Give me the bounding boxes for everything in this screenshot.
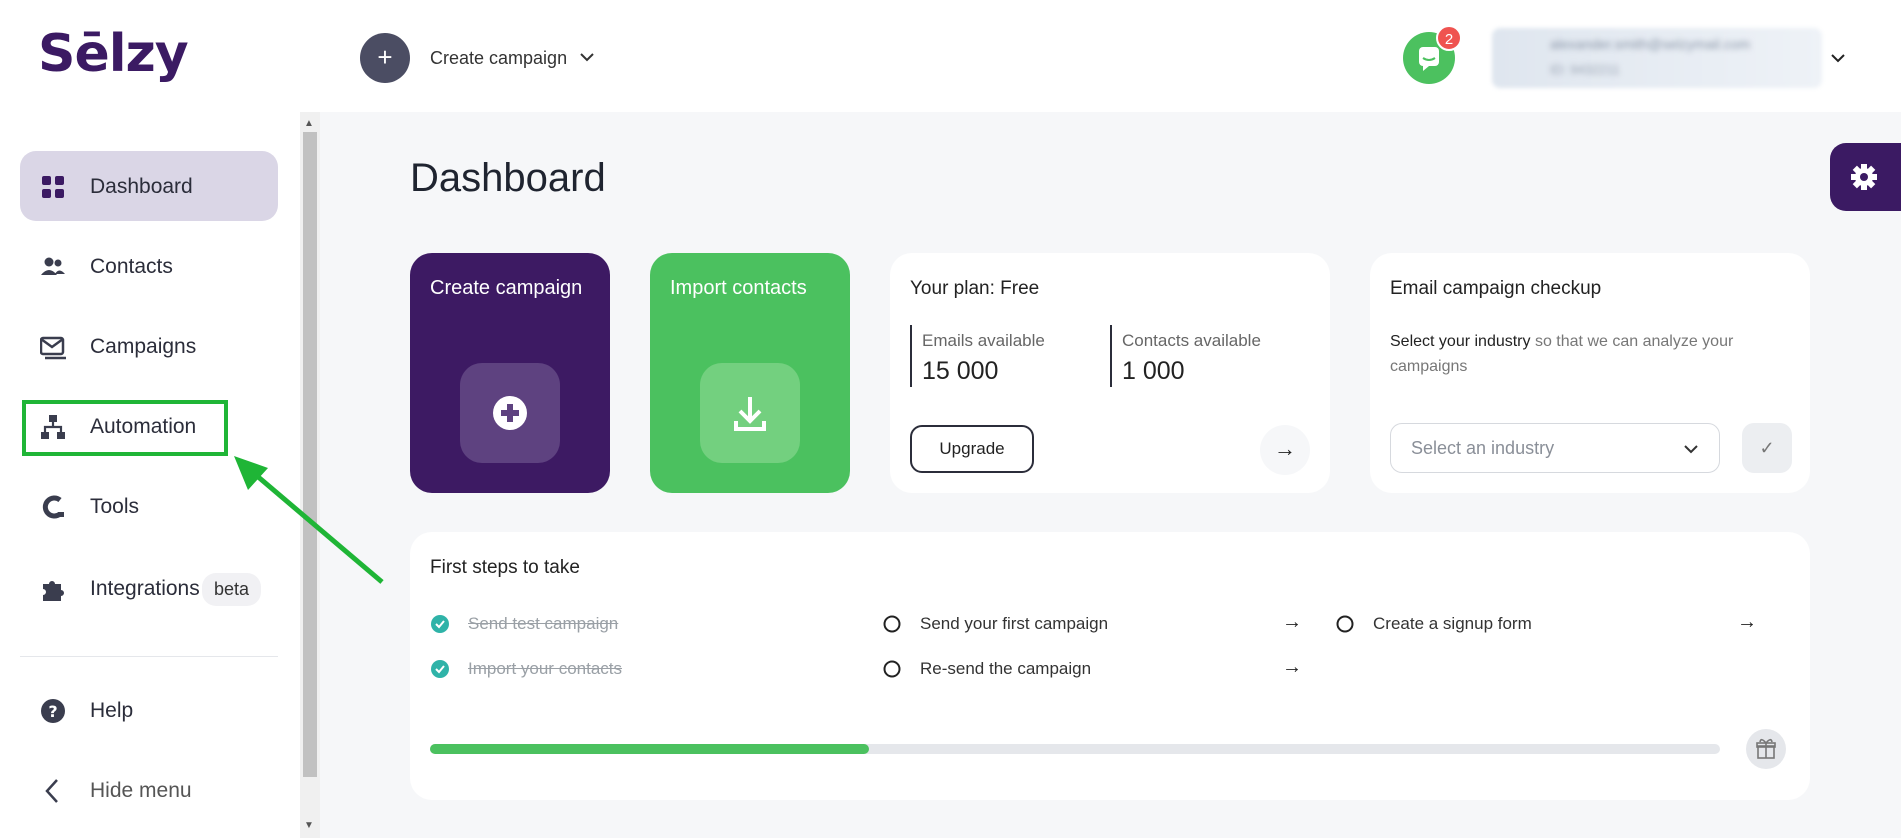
contacts-available-label: Contacts available — [1122, 331, 1261, 350]
integrations-icon — [43, 581, 64, 601]
create-campaign-card[interactable]: Create campaign — [410, 253, 610, 493]
plan-card: Your plan: Free Emails available 15 000 … — [890, 253, 1330, 493]
sidebar-item-hide-menu[interactable]: Hide menu — [20, 755, 278, 825]
contacts-icon — [41, 257, 65, 275]
help-icon: ? — [41, 699, 65, 723]
contacts-available-value: 1 000 — [1122, 357, 1185, 385]
user-email: alexander.smith@selzymail.com — [1550, 36, 1751, 52]
step-create-signup-form[interactable]: Create a signup form → — [1335, 611, 1765, 636]
check-badge-icon — [431, 615, 449, 633]
annotation-arrow-icon — [234, 456, 384, 584]
plan-details-arrow-icon[interactable]: → — [1260, 425, 1310, 475]
gift-button[interactable] — [1746, 729, 1786, 769]
sidebar-item-label: Contacts — [90, 255, 173, 278]
user-id: ID: 9432211 — [1550, 62, 1620, 77]
step-resend-campaign[interactable]: Re-send the campaign → — [882, 656, 1302, 681]
steps-progress-fill — [430, 744, 869, 754]
plan-title: Your plan: Free — [910, 278, 1040, 299]
pending-badge-icon — [883, 660, 901, 678]
import-contacts-card-icon-box — [700, 363, 800, 463]
gift-icon — [1756, 738, 1776, 759]
create-campaign-plus-button[interactable]: + — [360, 33, 410, 83]
emails-available-value: 15 000 — [922, 357, 999, 385]
plus-circle-icon — [493, 396, 527, 430]
settings-button[interactable] — [1830, 143, 1901, 211]
automation-highlight-box — [22, 400, 228, 456]
confirm-industry-button[interactable]: ✓ — [1742, 423, 1792, 473]
import-contacts-card-title: Import contacts — [670, 277, 807, 299]
import-contacts-card[interactable]: Import contacts — [650, 253, 850, 493]
industry-select-placeholder: Select an industry — [1411, 438, 1555, 458]
step-send-first-campaign[interactable]: Send your first campaign → — [882, 611, 1302, 636]
page-title: Dashboard — [410, 156, 606, 200]
create-campaign-dropdown-label[interactable]: Create campaign — [430, 48, 567, 69]
download-icon — [734, 397, 766, 431]
upgrade-button[interactable]: Upgrade — [910, 425, 1034, 473]
chevron-down-icon[interactable] — [580, 50, 594, 64]
check-badge-icon — [431, 660, 449, 678]
sidebar-item-label: Dashboard — [90, 175, 193, 198]
gear-icon — [1851, 164, 1877, 190]
pending-badge-icon — [883, 615, 901, 633]
create-campaign-card-icon-box — [460, 363, 560, 463]
sidebar-item-label: Integrations — [90, 577, 200, 600]
campaigns-icon — [40, 336, 66, 360]
checkup-description: Select your industry so that we can anal… — [1390, 329, 1770, 379]
dashboard-icon — [42, 176, 64, 198]
step-label: Send test campaign — [468, 614, 619, 633]
create-campaign-card-title: Create campaign — [430, 277, 583, 299]
contacts-available-stat: Contacts available 1 000 — [1110, 325, 1261, 387]
svg-text:?: ? — [48, 702, 57, 721]
step-arrow-icon[interactable]: → — [1737, 611, 1757, 634]
user-menu-chevron-icon[interactable] — [1830, 50, 1846, 66]
scroll-down-icon[interactable]: ▼ — [304, 820, 314, 831]
checkup-description-strong: Select your industry — [1390, 333, 1531, 350]
checkup-title: Email campaign checkup — [1390, 278, 1602, 299]
top-header: Sēlzy + Create campaign 2 alexander.smit… — [0, 0, 1901, 112]
step-label: Re-send the campaign — [920, 659, 1092, 678]
step-label: Send your first campaign — [920, 614, 1109, 633]
chevron-left-icon — [45, 779, 58, 803]
email-checkup-card: Email campaign checkup Select your indus… — [1370, 253, 1810, 493]
sidebar-item-label: Tools — [90, 495, 140, 518]
step-label: Create a signup form — [1373, 614, 1532, 633]
sidebar-item-label: Help — [90, 699, 134, 722]
sidebar-item-dashboard[interactable]: Dashboard — [20, 151, 278, 221]
sidebar-divider — [20, 656, 278, 657]
steps-progress-bar — [430, 744, 1720, 754]
step-arrow-icon[interactable]: → — [1282, 611, 1302, 634]
tools-icon — [42, 495, 64, 519]
pending-badge-icon — [1336, 615, 1354, 633]
sidebar-item-label: Hide menu — [90, 779, 192, 802]
scroll-up-icon[interactable]: ▲ — [304, 118, 314, 129]
sidebar-item-contacts[interactable]: Contacts — [20, 231, 278, 301]
first-steps-card: First steps to take Send test campaign I… — [410, 532, 1810, 800]
emails-available-label: Emails available — [922, 331, 1045, 350]
notification-badge: 2 — [1436, 25, 1462, 51]
sidebar-item-help[interactable]: ? Help — [20, 675, 278, 745]
sidebar-item-label: Campaigns — [90, 335, 197, 358]
first-steps-title: First steps to take — [430, 557, 580, 578]
selzy-logo[interactable]: Sēlzy — [38, 24, 189, 84]
step-import-contacts[interactable]: Import your contacts — [430, 657, 830, 681]
sidebar-item-campaigns[interactable]: Campaigns — [20, 311, 278, 381]
chevron-down-icon — [1684, 445, 1698, 454]
step-label: Import your contacts — [468, 659, 623, 678]
industry-select[interactable]: Select an industry — [1390, 423, 1720, 473]
emails-available-stat: Emails available 15 000 — [910, 325, 1045, 387]
step-send-test-campaign[interactable]: Send test campaign — [430, 612, 830, 636]
step-arrow-icon[interactable]: → — [1282, 656, 1302, 679]
